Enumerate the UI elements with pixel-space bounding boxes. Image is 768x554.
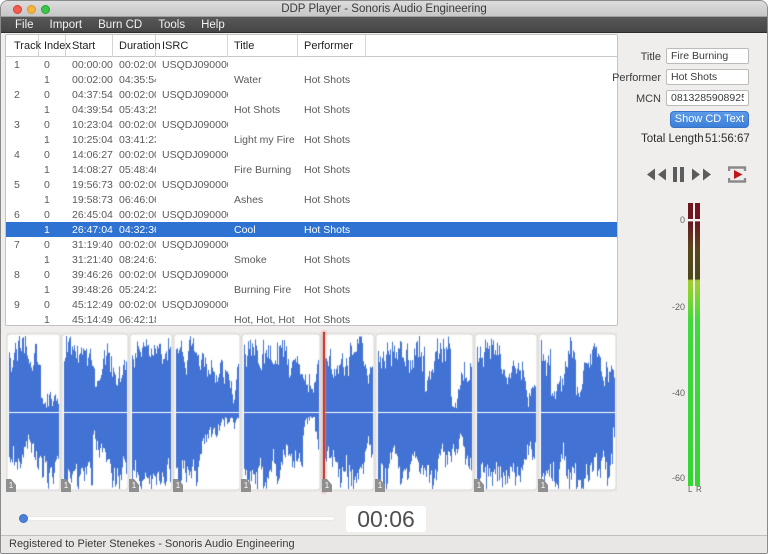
col-header-filler xyxy=(366,35,617,57)
playback-cursor xyxy=(323,332,325,492)
total-length-value: 51:56:67 xyxy=(705,133,750,145)
table-row[interactable]: 6026:45:0400:02:00USQDJ0900006 xyxy=(6,207,617,222)
col-header-title[interactable]: Title xyxy=(228,35,298,57)
fast-forward-icon xyxy=(692,168,711,181)
menu-help[interactable]: Help xyxy=(193,19,233,31)
table-header: Track Index Start Duration ISRC Title Pe… xyxy=(6,35,617,57)
col-header-track[interactable]: Track xyxy=(6,35,41,57)
pause-button[interactable] xyxy=(673,167,685,187)
table-row[interactable]: 7031:19:4000:02:00USQDJ0900007 xyxy=(6,237,617,252)
seek-slider-track[interactable] xyxy=(26,517,334,520)
table-row[interactable]: 1 31:21:40 08:24:61 Smoke Hot Shots xyxy=(6,252,617,267)
waveform-canvas[interactable] xyxy=(6,332,617,492)
col-header-performer[interactable]: Performer xyxy=(298,35,366,57)
menu-file[interactable]: File xyxy=(7,19,42,31)
show-cd-text-button[interactable]: Show CD Text xyxy=(670,111,749,128)
meter-tick-0: 0 xyxy=(679,215,685,225)
track-table-body: 1000:00:0000:02:00USQDJ0900001100:02:000… xyxy=(6,57,617,326)
col-header-start[interactable]: Start xyxy=(66,35,113,57)
table-row[interactable]: 4014:06:2700:02:00USQDJ0900004 xyxy=(6,147,617,162)
rewind-icon xyxy=(647,168,666,181)
time-display: 00:06 xyxy=(346,506,426,532)
menu-tools[interactable]: Tools xyxy=(150,19,193,31)
menu-bar: File Import Burn CD Tools Help xyxy=(1,17,767,33)
table-row[interactable]: 3010:23:0400:02:00USQDJ0900003 xyxy=(6,117,617,132)
title-field-label: Title xyxy=(640,51,661,63)
window-title: DDP Player - Sonoris Audio Engineering xyxy=(281,3,487,15)
pause-icon xyxy=(673,167,684,182)
table-row[interactable]: 1 39:48:26 05:24:23 Burning Fire Hot Shots xyxy=(6,282,617,297)
play-selection-icon xyxy=(727,166,747,183)
mcn-field[interactable] xyxy=(666,90,749,106)
meter-channel-left-label: L xyxy=(688,485,693,494)
performer-field-label: Performer xyxy=(612,72,661,84)
total-length-label: Total Length xyxy=(641,133,704,145)
play-selection-button[interactable] xyxy=(727,166,747,188)
table-row[interactable]: 1 04:39:54 05:43:25 Hot Shots Hot Shots xyxy=(6,102,617,117)
title-field[interactable] xyxy=(666,48,749,64)
col-header-isrc[interactable]: ISRC xyxy=(156,35,228,57)
menu-burn-cd[interactable]: Burn CD xyxy=(90,19,150,31)
title-bar[interactable]: DDP Player - Sonoris Audio Engineering xyxy=(1,1,767,17)
table-row[interactable]: 1 26:47:04 04:32:36 Cool Hot Shots xyxy=(6,222,617,237)
meter-tick-40: -40 xyxy=(671,388,685,398)
mcn-field-label: MCN xyxy=(635,93,661,105)
level-meter-right xyxy=(695,203,700,486)
table-row[interactable]: 1 45:14:49 06:42:18 Hot, Hot, Hot Hot Shots xyxy=(6,312,617,326)
waveform-panel: 111111111 xyxy=(5,332,618,498)
registration-text: Registered to Pieter Stenekes - Sonoris … xyxy=(9,538,295,550)
meter-channel-right-label: R xyxy=(696,485,702,494)
level-meter-left xyxy=(688,203,693,486)
table-row[interactable]: 1 10:25:04 03:41:23 Light my Fire Hot Shots xyxy=(6,132,617,147)
menu-import[interactable]: Import xyxy=(42,19,91,31)
col-header-duration[interactable]: Duration xyxy=(113,35,161,57)
meter-tick-20: -20 xyxy=(671,302,685,312)
table-row[interactable]: 2004:37:5400:02:00USQDJ0900002 xyxy=(6,87,617,102)
table-row[interactable]: 9045:12:4900:02:00USQDJ0900009 xyxy=(6,297,617,312)
performer-field[interactable] xyxy=(666,69,749,85)
table-row[interactable]: 1 14:08:27 05:48:46 Fire Burning Hot Shots xyxy=(6,162,617,177)
col-header-index[interactable]: Index xyxy=(39,35,71,57)
seek-slider-handle[interactable] xyxy=(19,514,28,523)
table-row[interactable]: 1000:00:0000:02:00USQDJ0900001 xyxy=(6,57,617,72)
table-row[interactable]: 5019:56:7300:02:00USQDJ0900005 xyxy=(6,177,617,192)
table-row[interactable]: 8039:46:2600:02:00USQDJ0900008 xyxy=(6,267,617,282)
meter-tick-60: -60 xyxy=(671,473,685,483)
rewind-button[interactable] xyxy=(645,168,667,186)
app-window: DDP Player - Sonoris Audio Engineering F… xyxy=(0,0,768,554)
track-table: Track Index Start Duration ISRC Title Pe… xyxy=(5,34,618,326)
table-row[interactable]: 1 19:58:73 06:46:06 Ashes Hot Shots xyxy=(6,192,617,207)
fast-forward-button[interactable] xyxy=(691,168,713,186)
status-bar: Registered to Pieter Stenekes - Sonoris … xyxy=(1,535,767,553)
table-row[interactable]: 1 00:02:00 04:35:54 Water Hot Shots xyxy=(6,72,617,87)
